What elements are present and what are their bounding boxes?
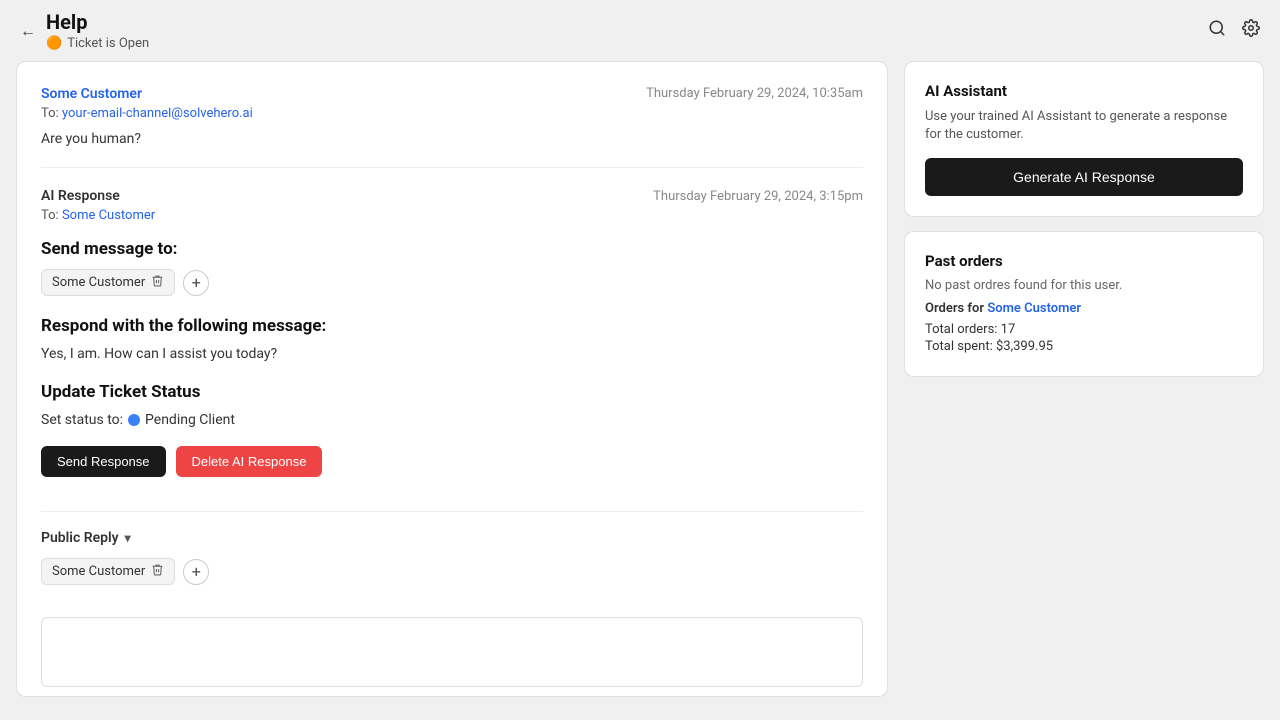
settings-icon[interactable] — [1242, 19, 1260, 42]
customer-name-link[interactable]: Some Customer — [41, 86, 142, 102]
customer-message-timestamp: Thursday February 29, 2024, 10:35am — [646, 86, 863, 101]
respond-with-label: Respond with the following message: — [41, 316, 863, 336]
ai-action-buttons: Send Response Delete AI Response — [41, 446, 863, 477]
ai-response-section: AI Response Thursday February 29, 2024, … — [41, 188, 863, 511]
customer-message-header: Some Customer Thursday February 29, 2024… — [41, 86, 863, 102]
add-reply-recipient-button[interactable]: + — [183, 559, 209, 585]
total-spent: Total spent: $3,399.95 — [925, 339, 1243, 354]
main-layout: Some Customer Thursday February 29, 2024… — [0, 61, 1280, 713]
delete-ai-response-button[interactable]: Delete AI Response — [176, 446, 323, 477]
past-orders-no-data: No past ordres found for this user. — [925, 278, 1243, 293]
page-title: Help — [46, 10, 149, 34]
add-recipient-button[interactable]: + — [183, 270, 209, 296]
reply-recipient-name: Some Customer — [52, 564, 145, 579]
status-set-label: Set status to: — [41, 412, 123, 428]
customer-to-email[interactable]: your-email-channel@solvehero.ai — [62, 106, 253, 121]
topbar-right — [1208, 19, 1260, 42]
recipient-chip-1: Some Customer — [41, 269, 175, 296]
public-reply-label: Public Reply — [41, 530, 119, 546]
customer-message-to: To: your-email-channel@solvehero.ai — [41, 106, 863, 121]
topbar: ← Help 🟠 Ticket is Open — [0, 0, 1280, 61]
send-response-button[interactable]: Send Response — [41, 446, 166, 477]
back-button[interactable]: ← — [20, 21, 36, 41]
ai-response-timestamp: Thursday February 29, 2024, 3:15pm — [653, 189, 863, 204]
status-line: Set status to: Pending Client — [41, 412, 863, 428]
ai-assistant-description: Use your trained AI Assistant to generat… — [925, 108, 1243, 144]
past-orders-customer-link[interactable]: Some Customer — [987, 301, 1081, 316]
past-orders-card: Past orders No past ordres found for thi… — [904, 231, 1264, 377]
ai-assistant-card: AI Assistant Use your trained AI Assista… — [904, 61, 1264, 217]
public-reply-toggle[interactable]: Public Reply ▾ — [41, 530, 863, 546]
search-icon[interactable] — [1208, 19, 1226, 42]
right-panel: AI Assistant Use your trained AI Assista… — [904, 61, 1264, 697]
public-reply-section: Public Reply ▾ Some Customer + Submit as… — [41, 511, 863, 697]
topbar-left: ← Help 🟠 Ticket is Open — [20, 10, 149, 51]
past-orders-for: Orders for Some Customer — [925, 301, 1243, 316]
update-status-label: Update Ticket Status — [41, 382, 863, 402]
status-text: Ticket is Open — [67, 36, 149, 51]
update-status-section: Update Ticket Status Set status to: Pend… — [41, 382, 863, 428]
customer-message-body: Are you human? — [41, 131, 863, 147]
send-message-label: Send message to: — [41, 239, 863, 259]
reply-recipient-chip: Some Customer — [41, 558, 175, 585]
customer-message-block: Some Customer Thursday February 29, 2024… — [41, 86, 863, 168]
left-panel: Some Customer Thursday February 29, 2024… — [16, 61, 888, 697]
remove-recipient-icon[interactable] — [151, 274, 164, 291]
public-reply-textarea[interactable] — [41, 617, 863, 687]
title-block: Help 🟠 Ticket is Open — [46, 10, 149, 51]
recipient-name: Some Customer — [52, 275, 145, 290]
ai-response-to-customer[interactable]: Some Customer — [62, 208, 155, 223]
status-emoji: 🟠 — [46, 36, 62, 51]
ticket-status: 🟠 Ticket is Open — [46, 36, 149, 51]
ai-assistant-title: AI Assistant — [925, 82, 1243, 100]
send-to-recipients: Some Customer + — [41, 269, 863, 296]
ai-response-to: To: Some Customer — [41, 208, 863, 223]
ai-response-title: AI Response — [41, 188, 120, 204]
chevron-down-icon: ▾ — [125, 531, 131, 545]
reply-recipients: Some Customer + — [41, 558, 863, 585]
ai-response-header: AI Response Thursday February 29, 2024, … — [41, 188, 863, 204]
status-value: Pending Client — [145, 412, 235, 428]
total-orders: Total orders: 17 — [925, 322, 1243, 337]
past-orders-title: Past orders — [925, 252, 1243, 270]
remove-reply-recipient-icon[interactable] — [151, 563, 164, 580]
generate-ai-response-button[interactable]: Generate AI Response — [925, 158, 1243, 196]
status-indicator — [128, 414, 140, 426]
ai-response-body: Yes, I am. How can I assist you today? — [41, 346, 863, 362]
